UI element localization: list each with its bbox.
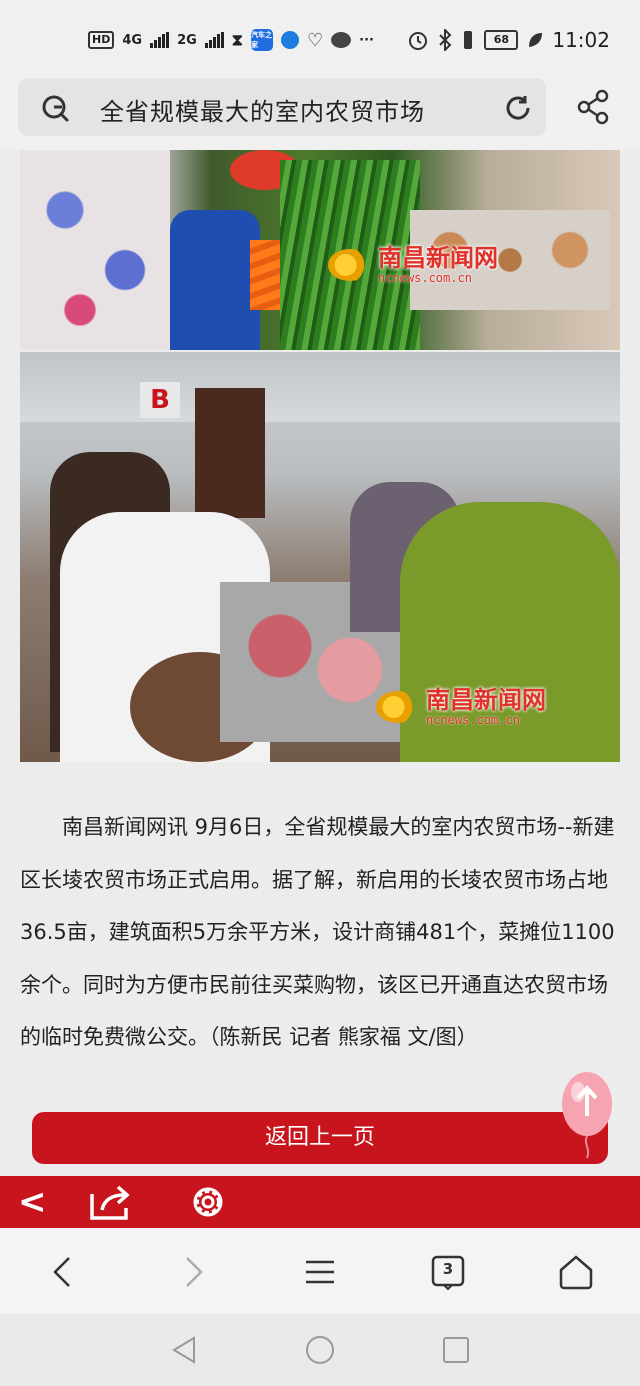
- meat-stall-photo: B 南昌新闻网 ncnews.com.cn: [20, 352, 620, 762]
- address-bar[interactable]: 全省规模最大的室内农贸市场: [18, 78, 546, 136]
- ceiling: [20, 352, 620, 422]
- browser-notification-icon: [281, 31, 300, 49]
- hd-indicator: HD: [88, 31, 115, 49]
- stall-sign: B: [140, 382, 180, 418]
- more-notifications-icon: ···: [359, 32, 374, 48]
- back-arrow-icon[interactable]: <: [18, 1182, 47, 1222]
- search-query-text[interactable]: 全省规模最大的室内农贸市场: [100, 92, 425, 127]
- battery-icon: 68: [484, 30, 519, 50]
- customer-shirt: [20, 150, 170, 350]
- signal-icon-2: [204, 32, 224, 48]
- watermark-en: ncnews.com.cn: [426, 713, 520, 727]
- health-icon: ♡: [307, 29, 324, 51]
- system-recents-icon[interactable]: [440, 1334, 472, 1366]
- network-2g-label: 2G: [177, 32, 197, 48]
- home-icon[interactable]: [556, 1252, 596, 1292]
- watermark: 南昌新闻网 ncnews.com.cn: [376, 688, 546, 726]
- watermark-en: ncnews.com.cn: [378, 271, 472, 285]
- leaf-icon: [529, 33, 543, 47]
- article-body: 南昌新闻网讯 9月6日，全省规模最大的室内农贸市场--新建区长堎农贸市场正式启用…: [20, 815, 615, 1049]
- network-4g-label: 4G: [122, 32, 143, 48]
- page-toolbar: <: [0, 1176, 640, 1228]
- settings-gear-icon[interactable]: [186, 1182, 230, 1222]
- wechat-icon: [331, 32, 352, 48]
- system-back-icon[interactable]: [168, 1334, 200, 1366]
- vibrate-icon: [464, 31, 473, 49]
- clock: 11:02: [552, 28, 610, 52]
- tabs-button[interactable]: 3: [428, 1252, 468, 1292]
- browser-back-icon[interactable]: [44, 1252, 84, 1292]
- status-right-icons: 68 11:02: [407, 28, 610, 52]
- search-engine-icon[interactable]: [40, 93, 70, 123]
- back-to-previous-button[interactable]: 返回上一页: [32, 1112, 608, 1164]
- hourglass-icon: ⧗: [231, 30, 244, 49]
- browser-forward-icon[interactable]: [172, 1252, 212, 1292]
- system-nav-bar: [0, 1314, 640, 1386]
- status-left-icons: HD 4G 2G ⧗ 汽车之家 ♡ ···: [88, 28, 374, 52]
- bluetooth-icon: [439, 29, 452, 51]
- news-logo-icon: [328, 249, 372, 281]
- hanging-goods: [195, 388, 265, 518]
- article-content: 南昌新闻网 ncnews.com.cn B 南昌新闻网 ncnews.com.c…: [0, 150, 640, 1176]
- vegetable-stall-photo: 南昌新闻网 ncnews.com.cn: [20, 150, 620, 350]
- watermark-cn: 南昌新闻网: [426, 686, 546, 714]
- blue-bag: [170, 210, 260, 350]
- refresh-icon[interactable]: [502, 92, 534, 124]
- watermark: 南昌新闻网 ncnews.com.cn: [328, 246, 498, 284]
- watermark-cn: 南昌新闻网: [378, 244, 498, 272]
- menu-icon[interactable]: [300, 1252, 340, 1292]
- share-icon[interactable]: [574, 88, 612, 126]
- browser-nav-bar: 3: [0, 1228, 640, 1314]
- alarm-icon: [409, 32, 428, 50]
- system-home-icon[interactable]: [304, 1334, 336, 1366]
- tab-count: 3: [442, 1260, 454, 1278]
- share-out-icon[interactable]: [88, 1182, 134, 1222]
- status-bar: HD 4G 2G ⧗ 汽车之家 ♡ ··· 68 11:02: [0, 0, 640, 78]
- scroll-top-balloon-icon[interactable]: [560, 1070, 614, 1162]
- signal-icon: [150, 32, 170, 48]
- news-logo-icon: [376, 691, 420, 723]
- app-notification-icon: 汽车之家: [251, 29, 274, 51]
